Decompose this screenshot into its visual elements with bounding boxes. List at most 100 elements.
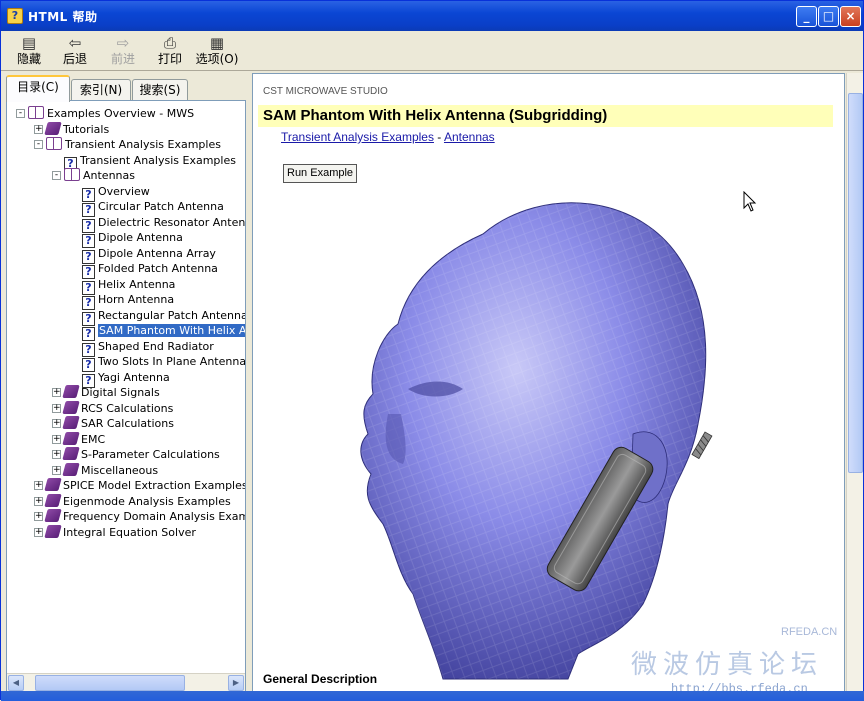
breadcrumb-link-transient[interactable]: Transient Analysis Examples bbox=[281, 130, 434, 144]
help-window: ? HTML 帮助 _ □ × ▤ 隐藏 ⇦ 后退 ⇨ 前进 ⎙ 打印 ▦ 选项… bbox=[0, 0, 864, 701]
vertical-scrollbar[interactable] bbox=[846, 73, 863, 695]
help-book-icon: ? bbox=[7, 8, 23, 24]
options-icon: ▦ bbox=[209, 34, 225, 52]
tree-item-content: Transient Analysis Examples bbox=[46, 137, 221, 152]
tree-item-label: S-Parameter Calculations bbox=[81, 448, 220, 461]
tree-item-label: Rectangular Patch Antenna bbox=[98, 308, 245, 322]
forward-button[interactable]: ⇨ 前进 bbox=[101, 34, 145, 68]
tree-item-label: RCS Calculations bbox=[81, 401, 174, 415]
closed-book-icon bbox=[62, 462, 80, 476]
tree-item-label: Two Slots In Plane Antenna bbox=[98, 355, 245, 368]
minimize-button[interactable]: _ bbox=[796, 6, 817, 27]
tree-item-content: Digital Signals bbox=[62, 385, 160, 400]
tree-item-content: Antennas bbox=[64, 168, 135, 183]
closed-book-icon bbox=[44, 121, 62, 135]
closed-book-icon bbox=[44, 524, 62, 538]
tree-item-label: Integral Equation Solver bbox=[63, 525, 196, 539]
back-button[interactable]: ⇦ 后退 bbox=[53, 34, 97, 68]
navigation-tabs: 目录(C) 索引(N) 搜索(S) bbox=[4, 75, 248, 102]
closed-book-icon bbox=[62, 385, 80, 398]
hide-pane-icon: ▤ bbox=[21, 34, 37, 52]
tree-item-label: Digital Signals bbox=[81, 386, 160, 399]
tree-item-content: Eigenmode Analysis Examples bbox=[44, 493, 231, 509]
forum-watermark: RFEDA.CN 微波仿真论坛 http://bbs.rfeda.cn bbox=[601, 616, 861, 696]
expand-icon[interactable]: + bbox=[52, 388, 61, 397]
horizontal-scrollbar[interactable]: ◀ ▶ bbox=[7, 673, 245, 691]
tree-item-label: Dipole Antenna bbox=[98, 231, 183, 244]
options-button[interactable]: ▦ 选项(O) bbox=[195, 34, 239, 68]
scroll-left-icon[interactable]: ◀ bbox=[8, 675, 24, 691]
tree-item-label: Transient Analysis Examples bbox=[65, 138, 221, 151]
tab-search-label: 搜索(S) bbox=[139, 83, 181, 97]
scroll-right-icon[interactable]: ▶ bbox=[228, 675, 244, 691]
tree-item-label: Frequency Domain Analysis Examples bbox=[63, 510, 245, 523]
expand-icon[interactable]: + bbox=[34, 527, 43, 537]
open-book-icon bbox=[28, 106, 44, 119]
tab-index[interactable]: 索引(N) bbox=[71, 79, 131, 101]
closed-book-icon bbox=[62, 416, 80, 429]
tree-item-label: Circular Patch Antenna bbox=[98, 200, 224, 213]
window-title: HTML 帮助 bbox=[28, 10, 98, 24]
expand-icon[interactable]: + bbox=[52, 419, 61, 428]
hide-label: 隐藏 bbox=[16, 52, 41, 66]
tree-item-label: Eigenmode Analysis Examples bbox=[63, 494, 231, 508]
tree-item-label: Examples Overview - MWS bbox=[47, 107, 195, 120]
tree-item-label: SAM Phantom With Helix Ant bbox=[98, 324, 245, 337]
tree-item-content: Tutorials bbox=[44, 121, 110, 137]
watermark-chinese: 微波仿真论坛 bbox=[631, 650, 824, 680]
expand-icon[interactable]: + bbox=[52, 465, 61, 475]
tree-item-content: EMC bbox=[62, 431, 106, 447]
tree-item-content: Frequency Domain Analysis Examples bbox=[44, 509, 245, 524]
expand-icon[interactable]: + bbox=[52, 434, 61, 444]
breadcrumb: Transient Analysis Examples - Antennas bbox=[281, 130, 495, 144]
tree-item-label: Overview bbox=[98, 184, 150, 198]
options-label: 选项(O) bbox=[195, 52, 239, 66]
forward-arrow-icon: ⇨ bbox=[116, 34, 130, 52]
tree-item-label: Folded Patch Antenna bbox=[98, 262, 218, 275]
collapse-icon[interactable]: - bbox=[34, 140, 43, 149]
back-arrow-icon: ⇦ bbox=[68, 34, 82, 52]
closed-book-icon bbox=[44, 493, 62, 507]
sam-phantom-head-with-phone-image bbox=[360, 202, 713, 680]
collapse-icon[interactable]: - bbox=[16, 109, 25, 118]
contents-tree: - Examples Overview - MWS + Tutorials - Trans… bbox=[6, 100, 246, 692]
tree-item-label: Tutorials bbox=[63, 122, 110, 136]
expand-icon[interactable]: + bbox=[34, 481, 43, 490]
tree-item-label: Transient Analysis Examples bbox=[80, 153, 236, 167]
tree-item-content: Miscellaneous bbox=[62, 462, 158, 478]
tree-item-label: EMC bbox=[81, 432, 106, 446]
expand-icon[interactable]: + bbox=[34, 496, 43, 506]
hide-button[interactable]: ▤ 隐藏 bbox=[7, 34, 51, 68]
closed-book-icon bbox=[62, 400, 80, 414]
closed-book-icon bbox=[44, 509, 62, 522]
toolbar: ▤ 隐藏 ⇦ 后退 ⇨ 前进 ⎙ 打印 ▦ 选项(O) bbox=[1, 31, 863, 71]
expand-icon[interactable]: + bbox=[52, 450, 61, 459]
print-button[interactable]: ⎙ 打印 bbox=[148, 34, 192, 68]
topic-content: CST MICROWAVE STUDIO SAM Phantom With He… bbox=[252, 73, 845, 695]
collapse-icon[interactable]: - bbox=[52, 171, 61, 180]
tree-item-content: SAR Calculations bbox=[62, 416, 174, 431]
expand-icon[interactable]: + bbox=[34, 512, 43, 521]
title-bar[interactable]: ? HTML 帮助 _ □ × bbox=[1, 1, 863, 31]
tab-contents-label: 目录(C) bbox=[17, 80, 59, 94]
forward-label: 前进 bbox=[110, 52, 135, 66]
back-label: 后退 bbox=[62, 52, 87, 66]
tree-item-label: SPICE Model Extraction Examples bbox=[63, 479, 245, 492]
tree-item-label: Yagi Antenna bbox=[98, 370, 170, 384]
vertical-scroll-thumb[interactable] bbox=[848, 93, 863, 473]
horizontal-scroll-thumb[interactable] bbox=[35, 675, 185, 691]
close-button[interactable]: × bbox=[840, 6, 861, 27]
breadcrumb-link-antennas[interactable]: Antennas bbox=[444, 130, 495, 144]
tab-contents[interactable]: 目录(C) bbox=[6, 75, 70, 102]
mouse-cursor-icon bbox=[743, 191, 757, 212]
maximize-button[interactable]: □ bbox=[818, 6, 839, 27]
expand-icon[interactable]: + bbox=[52, 403, 61, 413]
tab-index-label: 索引(N) bbox=[79, 83, 123, 97]
tree-list: - Examples Overview - MWS + Tutorials - Trans… bbox=[7, 101, 245, 673]
open-book-icon bbox=[64, 168, 80, 181]
navigation-pane: 目录(C) 索引(N) 搜索(S) - Examples Overview - M… bbox=[4, 73, 248, 695]
tree-item-content: S-Parameter Calculations bbox=[62, 447, 220, 462]
tab-search[interactable]: 搜索(S) bbox=[132, 79, 188, 101]
expand-icon[interactable]: + bbox=[34, 124, 43, 134]
tree-item-content: RCS Calculations bbox=[62, 400, 174, 416]
